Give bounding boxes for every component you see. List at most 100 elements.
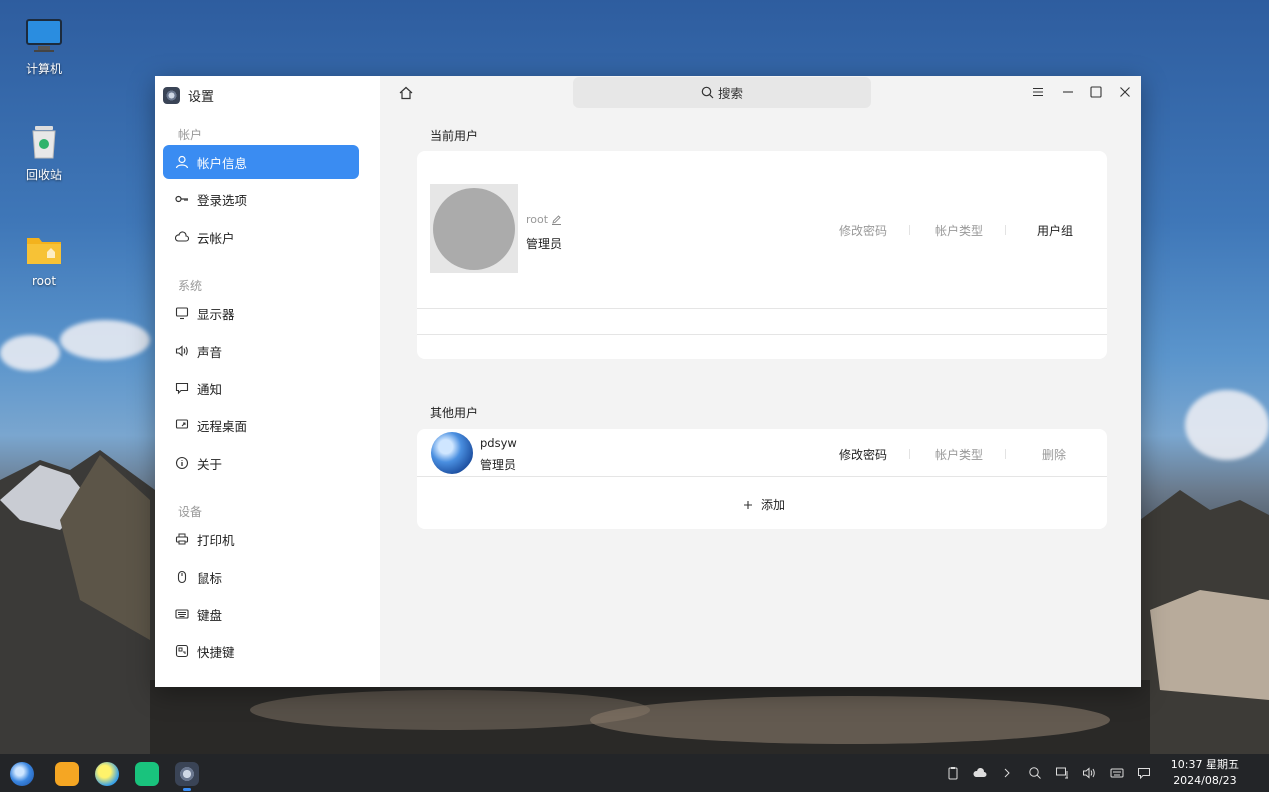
sidebar-item-sound[interactable]: 声音 bbox=[163, 334, 359, 368]
sidebar-item-about[interactable]: 关于 bbox=[163, 446, 359, 480]
active-indicator bbox=[183, 788, 191, 791]
sidebar-item-remote-desktop[interactable]: 远程桌面 bbox=[163, 408, 359, 442]
desktop-icon-root-folder[interactable]: root bbox=[14, 232, 74, 288]
sidebar-item-label: 通知 bbox=[197, 381, 223, 397]
cloud-tray-icon[interactable] bbox=[973, 766, 987, 780]
keyboard-tray-icon[interactable] bbox=[1110, 766, 1124, 780]
minimize-icon[interactable] bbox=[1060, 84, 1076, 100]
launcher-icon[interactable] bbox=[10, 762, 34, 786]
cloud-icon bbox=[175, 231, 189, 242]
other-change-password-button[interactable]: 修改密码 bbox=[839, 446, 887, 463]
sidebar-item-keyboard[interactable]: 键盘 bbox=[163, 597, 359, 631]
shortcut-icon bbox=[175, 644, 189, 658]
divider bbox=[1005, 225, 1006, 235]
sidebar-item-label: 关于 bbox=[197, 456, 223, 472]
sidebar-item-label: 登录选项 bbox=[197, 192, 248, 208]
search-tray-icon[interactable] bbox=[1028, 766, 1042, 780]
speaker-icon bbox=[175, 345, 188, 357]
divider bbox=[1005, 449, 1006, 459]
info-icon bbox=[175, 456, 189, 470]
settings-taskbar-icon[interactable] bbox=[175, 762, 199, 786]
user-group-button[interactable]: 用户组 bbox=[1037, 222, 1073, 239]
maximize-icon[interactable] bbox=[1088, 84, 1104, 100]
row-divider bbox=[417, 334, 1107, 335]
menu-icon[interactable] bbox=[1030, 84, 1046, 100]
key-icon bbox=[175, 195, 188, 203]
app-title: 设置 bbox=[163, 86, 214, 105]
add-user-button[interactable]: 添加 bbox=[743, 496, 785, 513]
other-user-role: 管理员 bbox=[480, 458, 517, 472]
sidebar-item-login-options[interactable]: 登录选项 bbox=[163, 182, 359, 216]
sidebar: 设置 帐户 帐户信息 登录选项 云帐户 系统 显示器 声音 通知 远程桌面 关于… bbox=[155, 76, 380, 687]
user-role: 管理员 bbox=[526, 237, 563, 251]
section-system: 系统 bbox=[178, 279, 203, 293]
search-input[interactable]: 搜索 bbox=[573, 77, 871, 108]
sidebar-item-mouse[interactable]: 鼠标 bbox=[163, 560, 359, 594]
sidebar-item-label: 鼠标 bbox=[197, 570, 223, 586]
delete-user-button[interactable]: 删除 bbox=[1042, 446, 1066, 463]
other-user-avatar[interactable] bbox=[431, 432, 473, 474]
avatar-placeholder bbox=[433, 187, 515, 270]
account-type-button[interactable]: 帐户类型 bbox=[935, 222, 983, 239]
username: root bbox=[526, 213, 549, 226]
other-account-type-button[interactable]: 帐户类型 bbox=[935, 446, 983, 463]
keyboard-icon bbox=[175, 609, 189, 619]
section-devices: 设备 bbox=[178, 505, 203, 519]
change-password-button[interactable]: 修改密码 bbox=[839, 222, 887, 239]
close-icon[interactable] bbox=[1117, 84, 1133, 100]
main-panel: 搜索 当前用户 root 管理员 修改密码 帐户类型 用户组 其他用户 pdsy… bbox=[380, 76, 1141, 687]
sidebar-item-label: 打印机 bbox=[197, 532, 235, 548]
browser-icon[interactable] bbox=[95, 762, 119, 786]
sidebar-item-notifications[interactable]: 通知 bbox=[163, 371, 359, 405]
network-icon[interactable] bbox=[1055, 766, 1069, 780]
edit-icon[interactable] bbox=[551, 214, 562, 225]
sidebar-item-label: 快捷键 bbox=[197, 644, 235, 660]
taskbar: 10:37 星期五 2024/08/23 bbox=[0, 754, 1269, 792]
sidebar-item-printer[interactable]: 打印机 bbox=[163, 522, 359, 556]
plus-icon bbox=[744, 500, 752, 509]
message-icon bbox=[175, 382, 189, 395]
username-row: root bbox=[526, 213, 562, 226]
desktop-icon-trash[interactable]: 回收站 bbox=[14, 124, 74, 183]
desktop-icon-label: 计算机 bbox=[25, 62, 62, 76]
other-users-card: pdsyw 管理员 修改密码 帐户类型 删除 添加 bbox=[417, 429, 1107, 529]
trash-icon bbox=[32, 126, 56, 159]
clock-time: 10:37 星期五 bbox=[1170, 758, 1239, 771]
sidebar-item-label: 声音 bbox=[197, 344, 223, 360]
sidebar-item-cloud-account[interactable]: 云帐户 bbox=[163, 220, 359, 254]
sidebar-item-label: 显示器 bbox=[197, 306, 235, 322]
home-icon[interactable] bbox=[398, 85, 414, 101]
mail-icon[interactable] bbox=[135, 762, 159, 786]
settings-app-icon bbox=[163, 87, 180, 104]
clipboard-icon[interactable] bbox=[946, 766, 960, 780]
other-users-heading: 其他用户 bbox=[430, 406, 479, 420]
sidebar-item-label: 键盘 bbox=[197, 607, 223, 623]
folder-icon bbox=[27, 238, 61, 264]
volume-icon[interactable] bbox=[1082, 766, 1096, 780]
divider bbox=[909, 449, 910, 459]
printer-icon bbox=[175, 533, 189, 545]
desktop-icon-computer[interactable]: 计算机 bbox=[14, 18, 74, 77]
row-divider bbox=[417, 476, 1107, 477]
sidebar-item-shortcuts[interactable]: 快捷键 bbox=[163, 634, 359, 668]
desktop-icon-label: root bbox=[31, 274, 57, 288]
avatar[interactable] bbox=[430, 184, 518, 273]
mouse-icon bbox=[177, 570, 187, 584]
user-icon bbox=[175, 155, 189, 169]
notification-icon[interactable] bbox=[1137, 766, 1151, 780]
sidebar-item-label: 云帐户 bbox=[197, 230, 235, 246]
current-user-heading: 当前用户 bbox=[430, 129, 479, 143]
chevron-right-icon[interactable] bbox=[1000, 766, 1014, 780]
remote-desktop-icon bbox=[175, 419, 189, 429]
row-divider bbox=[417, 308, 1107, 309]
sidebar-item-account-info[interactable]: 帐户信息 bbox=[163, 145, 359, 179]
clock-date: 2024/08/23 bbox=[1173, 774, 1237, 787]
app-store-icon[interactable] bbox=[55, 762, 79, 786]
sidebar-item-display[interactable]: 显示器 bbox=[163, 296, 359, 330]
divider bbox=[909, 225, 910, 235]
sidebar-item-label: 帐户信息 bbox=[197, 155, 248, 171]
desktop-icon-label: 回收站 bbox=[25, 168, 62, 182]
add-user-label: 添加 bbox=[761, 498, 786, 512]
clock[interactable]: 10:37 星期五 2024/08/23 bbox=[1171, 757, 1239, 789]
app-title-label: 设置 bbox=[188, 90, 215, 105]
